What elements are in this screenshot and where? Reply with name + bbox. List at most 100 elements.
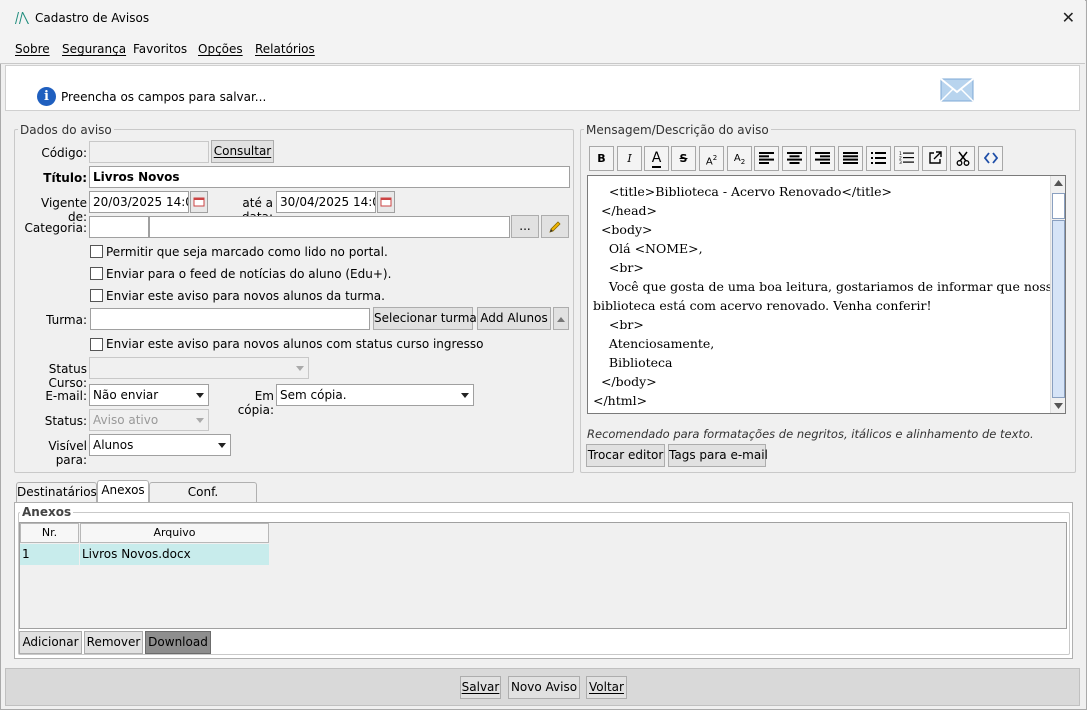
consultar-button[interactable]: Consultar (211, 140, 274, 163)
status-curso-label: Status Curso: (48, 362, 87, 390)
strikethrough-icon[interactable]: S (671, 146, 696, 171)
table-row-arquivo[interactable]: Livros Novos.docx (80, 544, 269, 565)
em-copia-select-value: Sem cópia. (280, 388, 347, 402)
status-curso-select[interactable] (89, 357, 309, 379)
novos-turma-checkbox[interactable] (90, 289, 103, 302)
superscript-icon[interactable]: A2 (699, 146, 724, 171)
categoria-edit-icon[interactable] (541, 215, 569, 238)
turma-input[interactable] (90, 308, 370, 330)
menu-seguranca[interactable]: Segurança (62, 42, 126, 56)
bullet-list-icon[interactable] (866, 146, 891, 171)
ate-calendar-icon[interactable] (377, 191, 395, 213)
scroll-down-icon[interactable] (1054, 403, 1063, 409)
align-justify-icon[interactable] (838, 146, 863, 171)
svg-text:3: 3 (899, 160, 902, 164)
menu-opcoes[interactable]: Opções (198, 42, 243, 56)
novos-turma-checkbox-label: Enviar este aviso para novos alunos da t… (106, 289, 385, 303)
source-code-icon[interactable] (978, 146, 1003, 171)
status-select[interactable]: Aviso ativo (89, 409, 209, 431)
editor-scrollbar[interactable] (1050, 176, 1065, 413)
mail-icon (940, 78, 974, 102)
status-select-value: Aviso ativo (93, 413, 159, 427)
anexos-title: Anexos (20, 505, 74, 519)
portal-checkbox[interactable] (90, 245, 103, 258)
editor-line: </body> (593, 374, 657, 389)
salvar-button[interactable]: Salvar (460, 676, 501, 699)
status-ingresso-checkbox-label: Enviar este aviso para novos alunos com … (106, 337, 484, 351)
external-link-icon[interactable] (922, 146, 947, 171)
feed-checkbox[interactable] (90, 267, 103, 280)
editor-line: Biblioteca (593, 355, 673, 370)
menu-sobre[interactable]: Sobre (15, 42, 50, 56)
align-center-icon[interactable] (782, 146, 807, 171)
editor-line: biblioteca está com acervo renovado. Ven… (593, 298, 932, 313)
vigente-calendar-icon[interactable] (190, 191, 208, 213)
editor-hint: Recomendado para formatações de negritos… (587, 427, 1034, 441)
tab-conf-visualizacao[interactable]: Conf. Visualização (149, 482, 257, 517)
titulo-input[interactable]: Livros Novos (89, 166, 570, 188)
visivel-para-select[interactable]: Alunos (89, 434, 231, 456)
menu-relatorios[interactable]: Relatórios (255, 42, 315, 56)
visivel-para-select-value: Alunos (93, 438, 134, 452)
editor-line: </html> (593, 393, 648, 408)
voltar-button[interactable]: Voltar (586, 676, 627, 699)
col-header-nr[interactable]: Nr. (20, 523, 79, 543)
email-select-value: Não enviar (93, 388, 159, 402)
trocar-editor-button[interactable]: Trocar editor (586, 444, 665, 467)
tags-email-button[interactable]: Tags para e-mail (668, 444, 768, 467)
em-copia-select[interactable]: Sem cópia. (276, 384, 474, 406)
codigo-input[interactable] (89, 141, 209, 163)
menu-favoritos[interactable]: Favoritos (133, 42, 187, 56)
selecionar-turma-button[interactable]: Selecionar turma (373, 307, 477, 330)
novo-aviso-button[interactable]: Novo Aviso (508, 676, 580, 699)
feed-checkbox-label: Enviar para o feed de notícias do aluno … (106, 267, 392, 281)
remover-button[interactable]: Remover (84, 631, 143, 654)
download-button[interactable]: Download (145, 631, 211, 654)
categoria-code-input[interactable] (89, 216, 149, 238)
vigente-date-input[interactable]: 20/03/2025 14:01 (89, 191, 189, 213)
font-color-icon[interactable]: A (644, 146, 669, 171)
editor-line: </head> (593, 203, 658, 218)
email-select[interactable]: Não enviar (89, 384, 209, 406)
categoria-desc-input[interactable] (149, 216, 510, 238)
numbered-list-icon[interactable]: 123 (894, 146, 919, 171)
add-alunos-button[interactable]: Add Alunos (477, 307, 551, 330)
scroll-up-icon[interactable] (1054, 180, 1063, 186)
status-ingresso-checkbox[interactable] (90, 338, 103, 351)
info-icon: i (37, 87, 56, 106)
tab-anexos[interactable]: Anexos (97, 480, 149, 503)
adicionar-button[interactable]: Adicionar (19, 631, 82, 654)
cut-icon[interactable] (950, 146, 975, 171)
align-right-icon[interactable] (810, 146, 835, 171)
title-bar (0, 0, 1085, 36)
status-label: Status: (44, 414, 87, 428)
categoria-label: Categoria: (24, 221, 87, 235)
italic-icon[interactable]: I (617, 146, 642, 171)
editor-line: <title>Biblioteca - Acervo Renovado</tit… (593, 184, 893, 199)
editor-line: <br> (593, 260, 644, 275)
scroll-thumb[interactable] (1052, 220, 1065, 398)
app-logo-icon (15, 12, 29, 24)
close-icon[interactable]: ✕ (1062, 8, 1075, 27)
col-header-arquivo[interactable]: Arquivo (80, 523, 269, 543)
message-editor[interactable]: head <title>Biblioteca - Acervo Renovado… (587, 175, 1066, 414)
align-left-icon[interactable] (754, 146, 779, 171)
visivel-para-label: Visível para: (48, 439, 87, 467)
editor-line: <br> (593, 317, 644, 332)
editor-line: Atenciosamente, (593, 336, 715, 351)
window-title: Cadastro de Avisos (35, 11, 150, 25)
mensagem-title: Mensagem/Descrição do aviso (584, 123, 771, 137)
scroll-thumb-top[interactable] (1052, 193, 1065, 219)
ate-date-input[interactable]: 30/04/2025 14:01 (276, 191, 376, 213)
turma-scroll-up-icon[interactable] (553, 307, 569, 330)
subscript-icon[interactable]: A2 (727, 146, 752, 171)
bold-icon[interactable]: B (589, 146, 614, 171)
vigente-label: Vigente de: (41, 196, 87, 224)
tab-destinatarios[interactable]: Destinatários (16, 482, 97, 502)
dados-aviso-title: Dados do aviso (18, 123, 114, 137)
portal-checkbox-label: Permitir que seja marcado como lido no p… (106, 245, 388, 259)
editor-line: <body> (593, 222, 653, 237)
editor-line: Olá <NOME>, (593, 241, 703, 256)
categoria-search-button[interactable]: ... (511, 215, 539, 238)
table-row-nr[interactable]: 1 (20, 544, 79, 565)
